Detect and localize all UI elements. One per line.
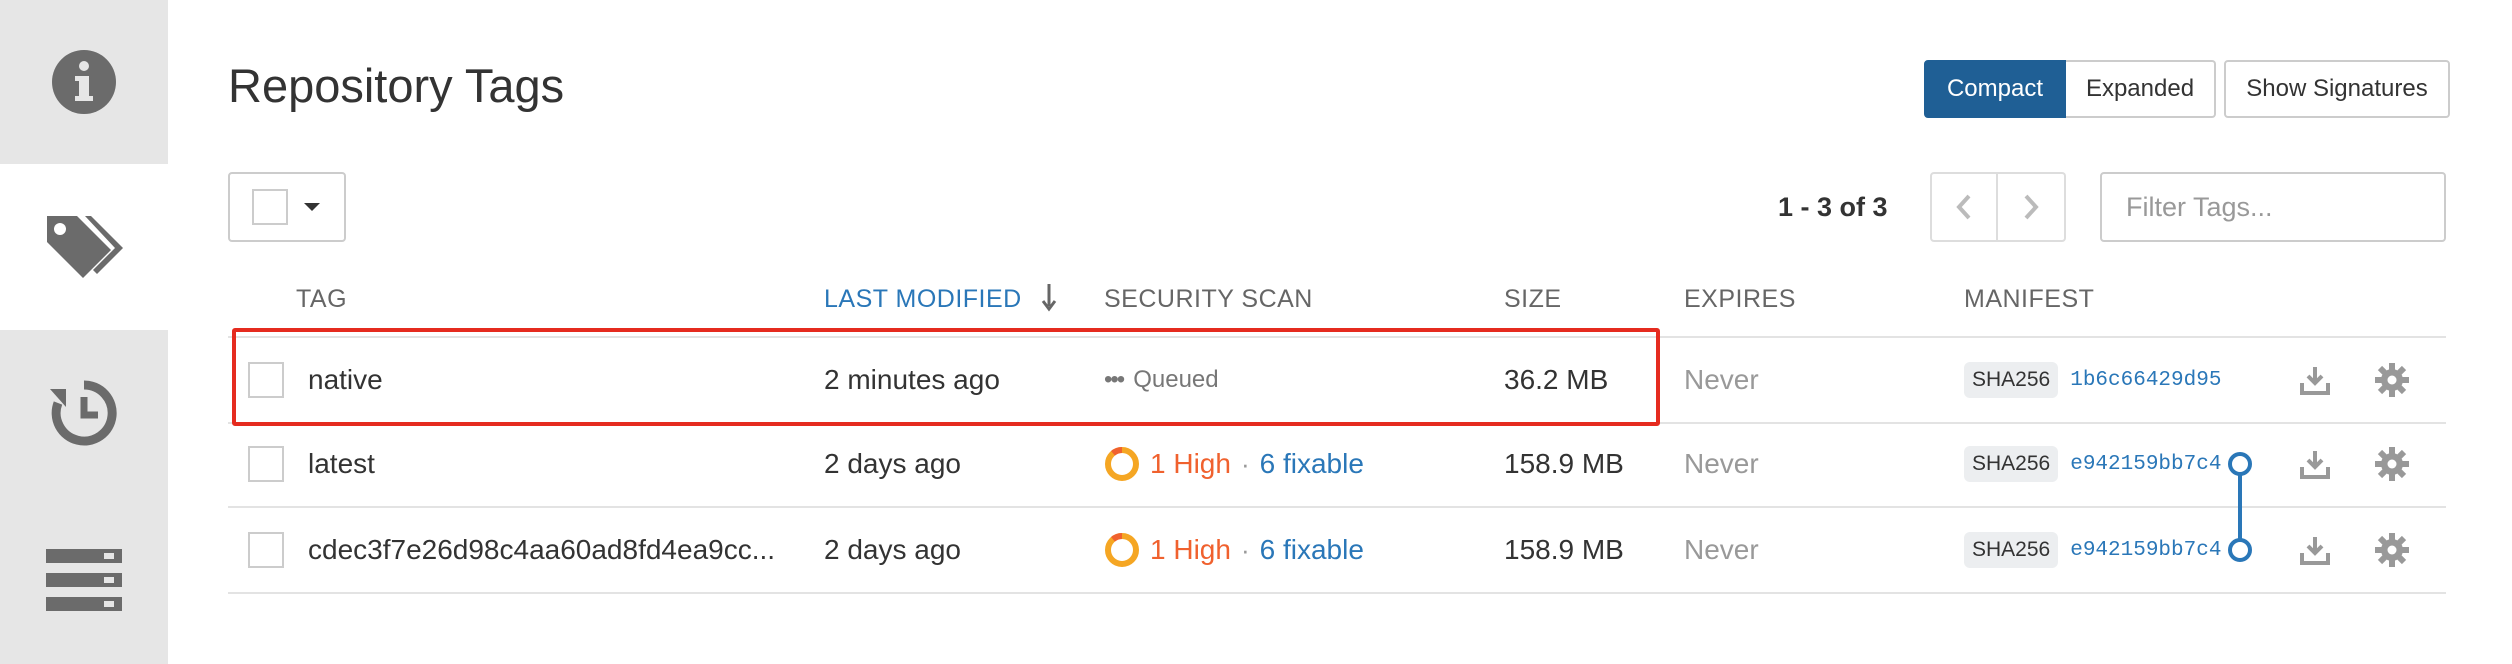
column-header-security-scan[interactable]: SECURITY SCAN xyxy=(1104,285,1313,314)
ellipsis-icon: ••• xyxy=(1104,366,1125,393)
sha-badge: SHA256 xyxy=(1964,362,2059,398)
sidebar-item-history[interactable] xyxy=(0,330,168,496)
pagination-count: 1 - 3 of 3 xyxy=(1778,192,1888,222)
prev-page-button[interactable] xyxy=(1930,172,1998,242)
tag-size: 158.9 MB xyxy=(1504,534,1624,565)
manifest-cell: SHA256 e942159bb7c4 xyxy=(1964,422,2221,506)
download-button[interactable] xyxy=(2300,422,2330,506)
tag-name[interactable]: native xyxy=(308,338,788,422)
show-signatures-button[interactable]: Show Signatures xyxy=(2224,60,2450,118)
tag-name-text: native xyxy=(308,364,383,395)
manifest-digest-link[interactable]: 1b6c66429d95 xyxy=(2070,369,2221,392)
row-checkbox-cell xyxy=(248,508,284,592)
last-modified: 2 days ago xyxy=(824,534,961,565)
manifest-cell: SHA256 e942159bb7c4 xyxy=(1964,508,2221,592)
separator-dot: · xyxy=(1240,448,1250,479)
scan-queued-label: Queued xyxy=(1133,366,1219,393)
last-modified: 2 minutes ago xyxy=(824,364,1000,395)
tag-options-button[interactable] xyxy=(2374,338,2410,422)
separator-dot: · xyxy=(1240,534,1250,565)
security-scan-summary: 1 High · 6 fixable xyxy=(1104,422,1364,506)
divider xyxy=(228,592,2446,594)
tag-expires[interactable]: Never xyxy=(1684,508,1759,592)
page-title: Repository Tags xyxy=(228,59,565,112)
row-checkbox-cell xyxy=(248,338,284,422)
expanded-button[interactable]: Expanded xyxy=(2066,60,2216,118)
tag-expires[interactable]: Never xyxy=(1684,422,1759,506)
select-all-checkbox[interactable] xyxy=(252,189,288,225)
last-modified: 2 days ago xyxy=(824,448,961,479)
gear-icon xyxy=(2375,363,2409,397)
pager xyxy=(1930,172,2066,242)
download-button[interactable] xyxy=(2300,338,2330,422)
select-all-dropdown[interactable] xyxy=(228,172,346,242)
sort-descending-icon[interactable] xyxy=(1040,282,1058,312)
table-row: native 2 minutes ago ••• Queued 36.2 MB … xyxy=(228,338,2446,422)
table-row: cdec3f7e26d98c4aa60ad8fd4ea9cc... 2 days… xyxy=(228,508,2446,592)
column-header-size[interactable]: SIZE xyxy=(1504,285,1562,314)
sidebar xyxy=(0,0,170,664)
sidebar-item-info[interactable] xyxy=(0,0,168,164)
next-page-button[interactable] xyxy=(1998,172,2066,242)
fixable-link[interactable]: 6 fixable xyxy=(1260,448,1364,480)
app: Repository Tags Compact Expanded Show Si… xyxy=(0,0,2512,664)
row-checkbox[interactable] xyxy=(248,532,284,568)
download-icon xyxy=(2300,451,2330,479)
gear-icon xyxy=(2375,533,2409,567)
table-row: latest 2 days ago 1 High · 6 fixable 158… xyxy=(228,422,2446,506)
manifest-cell: SHA256 1b6c66429d95 xyxy=(1964,338,2221,422)
gear-icon xyxy=(2375,447,2409,481)
tag-expires[interactable]: Never xyxy=(1684,338,1759,422)
manifest-digest-link[interactable]: e942159bb7c4 xyxy=(2070,453,2221,476)
high-vulnerability-link[interactable]: 1 High xyxy=(1150,448,1231,480)
column-header-last-modified[interactable]: LAST MODIFIED xyxy=(824,285,1022,314)
tag-options-button[interactable] xyxy=(2374,508,2410,592)
download-button[interactable] xyxy=(2300,508,2330,592)
manifest-digest-link[interactable]: e942159bb7c4 xyxy=(2070,539,2221,562)
tag-name[interactable]: latest xyxy=(308,422,788,506)
builds-icon xyxy=(46,549,122,611)
tags-icon xyxy=(47,216,123,278)
caret-down-icon[interactable] xyxy=(304,203,320,211)
tag-name[interactable]: cdec3f7e26d98c4aa60ad8fd4ea9cc... xyxy=(308,508,788,592)
download-icon xyxy=(2300,367,2330,395)
history-icon xyxy=(50,380,117,446)
tag-size: 158.9 MB xyxy=(1504,448,1624,479)
tag-name-text: latest xyxy=(308,448,375,479)
view-toggle: Compact Expanded Show Signatures xyxy=(1924,60,2450,118)
security-scan-status: ••• Queued xyxy=(1104,338,1219,422)
info-icon xyxy=(52,50,116,114)
filter-tags-input[interactable] xyxy=(2100,172,2446,242)
column-header-manifest: MANIFEST xyxy=(1964,285,2095,313)
chevron-right-icon xyxy=(2024,194,2039,220)
column-header-tag[interactable]: TAG xyxy=(296,285,347,314)
vulnerability-donut-icon xyxy=(1105,447,1139,481)
compact-button[interactable]: Compact xyxy=(1924,60,2066,118)
sidebar-item-tags[interactable] xyxy=(0,164,168,330)
column-header-expires[interactable]: EXPIRES xyxy=(1684,285,1796,314)
manifest-link-node xyxy=(2228,452,2252,476)
tag-options-button[interactable] xyxy=(2374,422,2410,506)
row-checkbox[interactable] xyxy=(248,446,284,482)
download-icon xyxy=(2300,537,2330,565)
tag-size: 36.2 MB xyxy=(1504,364,1609,395)
sidebar-item-builds[interactable] xyxy=(0,496,168,664)
manifest-link-node xyxy=(2228,538,2252,562)
sha-badge: SHA256 xyxy=(1964,532,2059,568)
chevron-left-icon xyxy=(1956,194,1971,220)
row-checkbox-cell xyxy=(248,422,284,506)
security-scan-summary: 1 High · 6 fixable xyxy=(1104,508,1364,592)
sha-badge: SHA256 xyxy=(1964,446,2059,482)
vulnerability-donut-icon xyxy=(1105,533,1139,567)
row-checkbox[interactable] xyxy=(248,362,284,398)
high-vulnerability-link[interactable]: 1 High xyxy=(1150,534,1231,566)
tag-name-text: cdec3f7e26d98c4aa60ad8fd4ea9cc... xyxy=(308,534,776,565)
fixable-link[interactable]: 6 fixable xyxy=(1260,534,1364,566)
